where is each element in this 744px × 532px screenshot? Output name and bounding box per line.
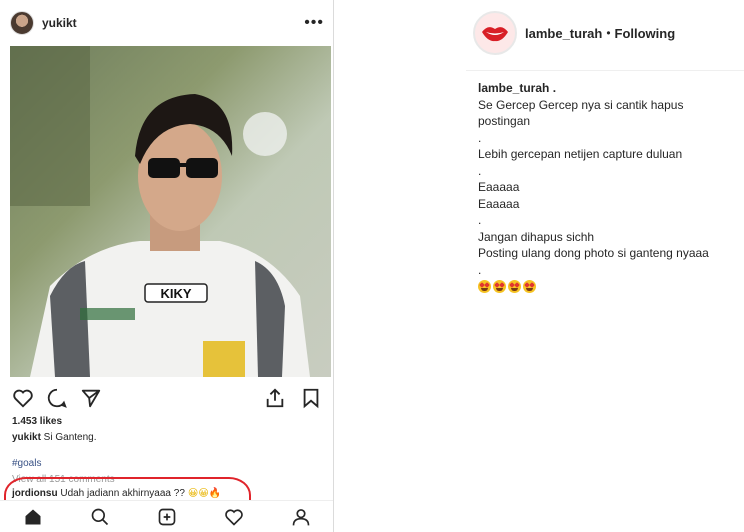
- star-struck-emoji-icon: [508, 280, 521, 293]
- star-struck-emoji-icon: [478, 280, 491, 293]
- header-divider: [466, 70, 744, 71]
- profile-icon[interactable]: [291, 507, 311, 527]
- add-icon[interactable]: [157, 507, 177, 527]
- caption-line: Eaaaaa: [478, 196, 520, 211]
- lips-logo-icon: [482, 27, 508, 42]
- post-caption: yukikt Si Ganteng.: [12, 432, 97, 443]
- detail-caption: lambe_turah . Se Gercep Gercep nya si ca…: [478, 80, 718, 293]
- detail-username[interactable]: lambe_turah: [525, 26, 602, 41]
- post-header: yukikt •••: [0, 0, 333, 46]
- emoji-row: [478, 280, 718, 293]
- bottom-tab-bar: [0, 500, 333, 532]
- share-up-icon[interactable]: [264, 387, 286, 409]
- avatar[interactable]: [10, 11, 34, 35]
- separator-dot: •: [606, 26, 611, 40]
- caption-text: Si Ganteng.: [40, 432, 97, 443]
- star-struck-emoji-icon: [523, 280, 536, 293]
- post-photo[interactable]: KIKY: [10, 46, 331, 377]
- caption-line: .: [478, 213, 482, 227]
- caption-author[interactable]: lambe_turah .: [478, 80, 718, 97]
- share-icon[interactable]: [80, 387, 102, 409]
- photo-illustration: KIKY: [10, 46, 310, 377]
- more-options-icon[interactable]: •••: [304, 14, 324, 32]
- search-icon[interactable]: [90, 507, 110, 527]
- caption-line: .: [478, 130, 482, 145]
- star-struck-emoji-icon: [493, 280, 506, 293]
- caption-line: Jangan dihapus sichh: [478, 229, 595, 244]
- caption-line: .: [478, 163, 482, 178]
- heart-icon[interactable]: [12, 387, 34, 409]
- post-actions: [0, 384, 333, 412]
- activity-icon[interactable]: [224, 507, 244, 527]
- post-username[interactable]: yukikt: [42, 16, 77, 30]
- following-button[interactable]: Following: [615, 26, 676, 41]
- comment-icon[interactable]: [46, 387, 68, 409]
- phone-post: yukikt ••• KIKY 1.453 likes yukikt Si Ga…: [0, 0, 334, 532]
- detail-header: lambe_turah • Following: [473, 10, 675, 56]
- shirt-logo-text: KIKY: [160, 286, 191, 301]
- likes-count[interactable]: 1.453 likes: [12, 416, 62, 427]
- home-icon[interactable]: [23, 507, 43, 527]
- caption-line: .: [478, 262, 482, 277]
- hashtag-link[interactable]: #goals: [12, 458, 41, 469]
- caption-line: Lebih gercepan netijen capture duluan: [478, 147, 683, 161]
- caption-line: Se Gercep Gercep nya si cantik hapus pos…: [478, 97, 684, 129]
- caption-username[interactable]: yukikt: [12, 432, 41, 443]
- caption-line: Eaaaaa: [478, 180, 520, 194]
- bookmark-icon[interactable]: [300, 387, 322, 409]
- caption-line: Posting ulang dong photo si ganteng nyaa…: [478, 246, 709, 260]
- avatar[interactable]: [473, 11, 517, 55]
